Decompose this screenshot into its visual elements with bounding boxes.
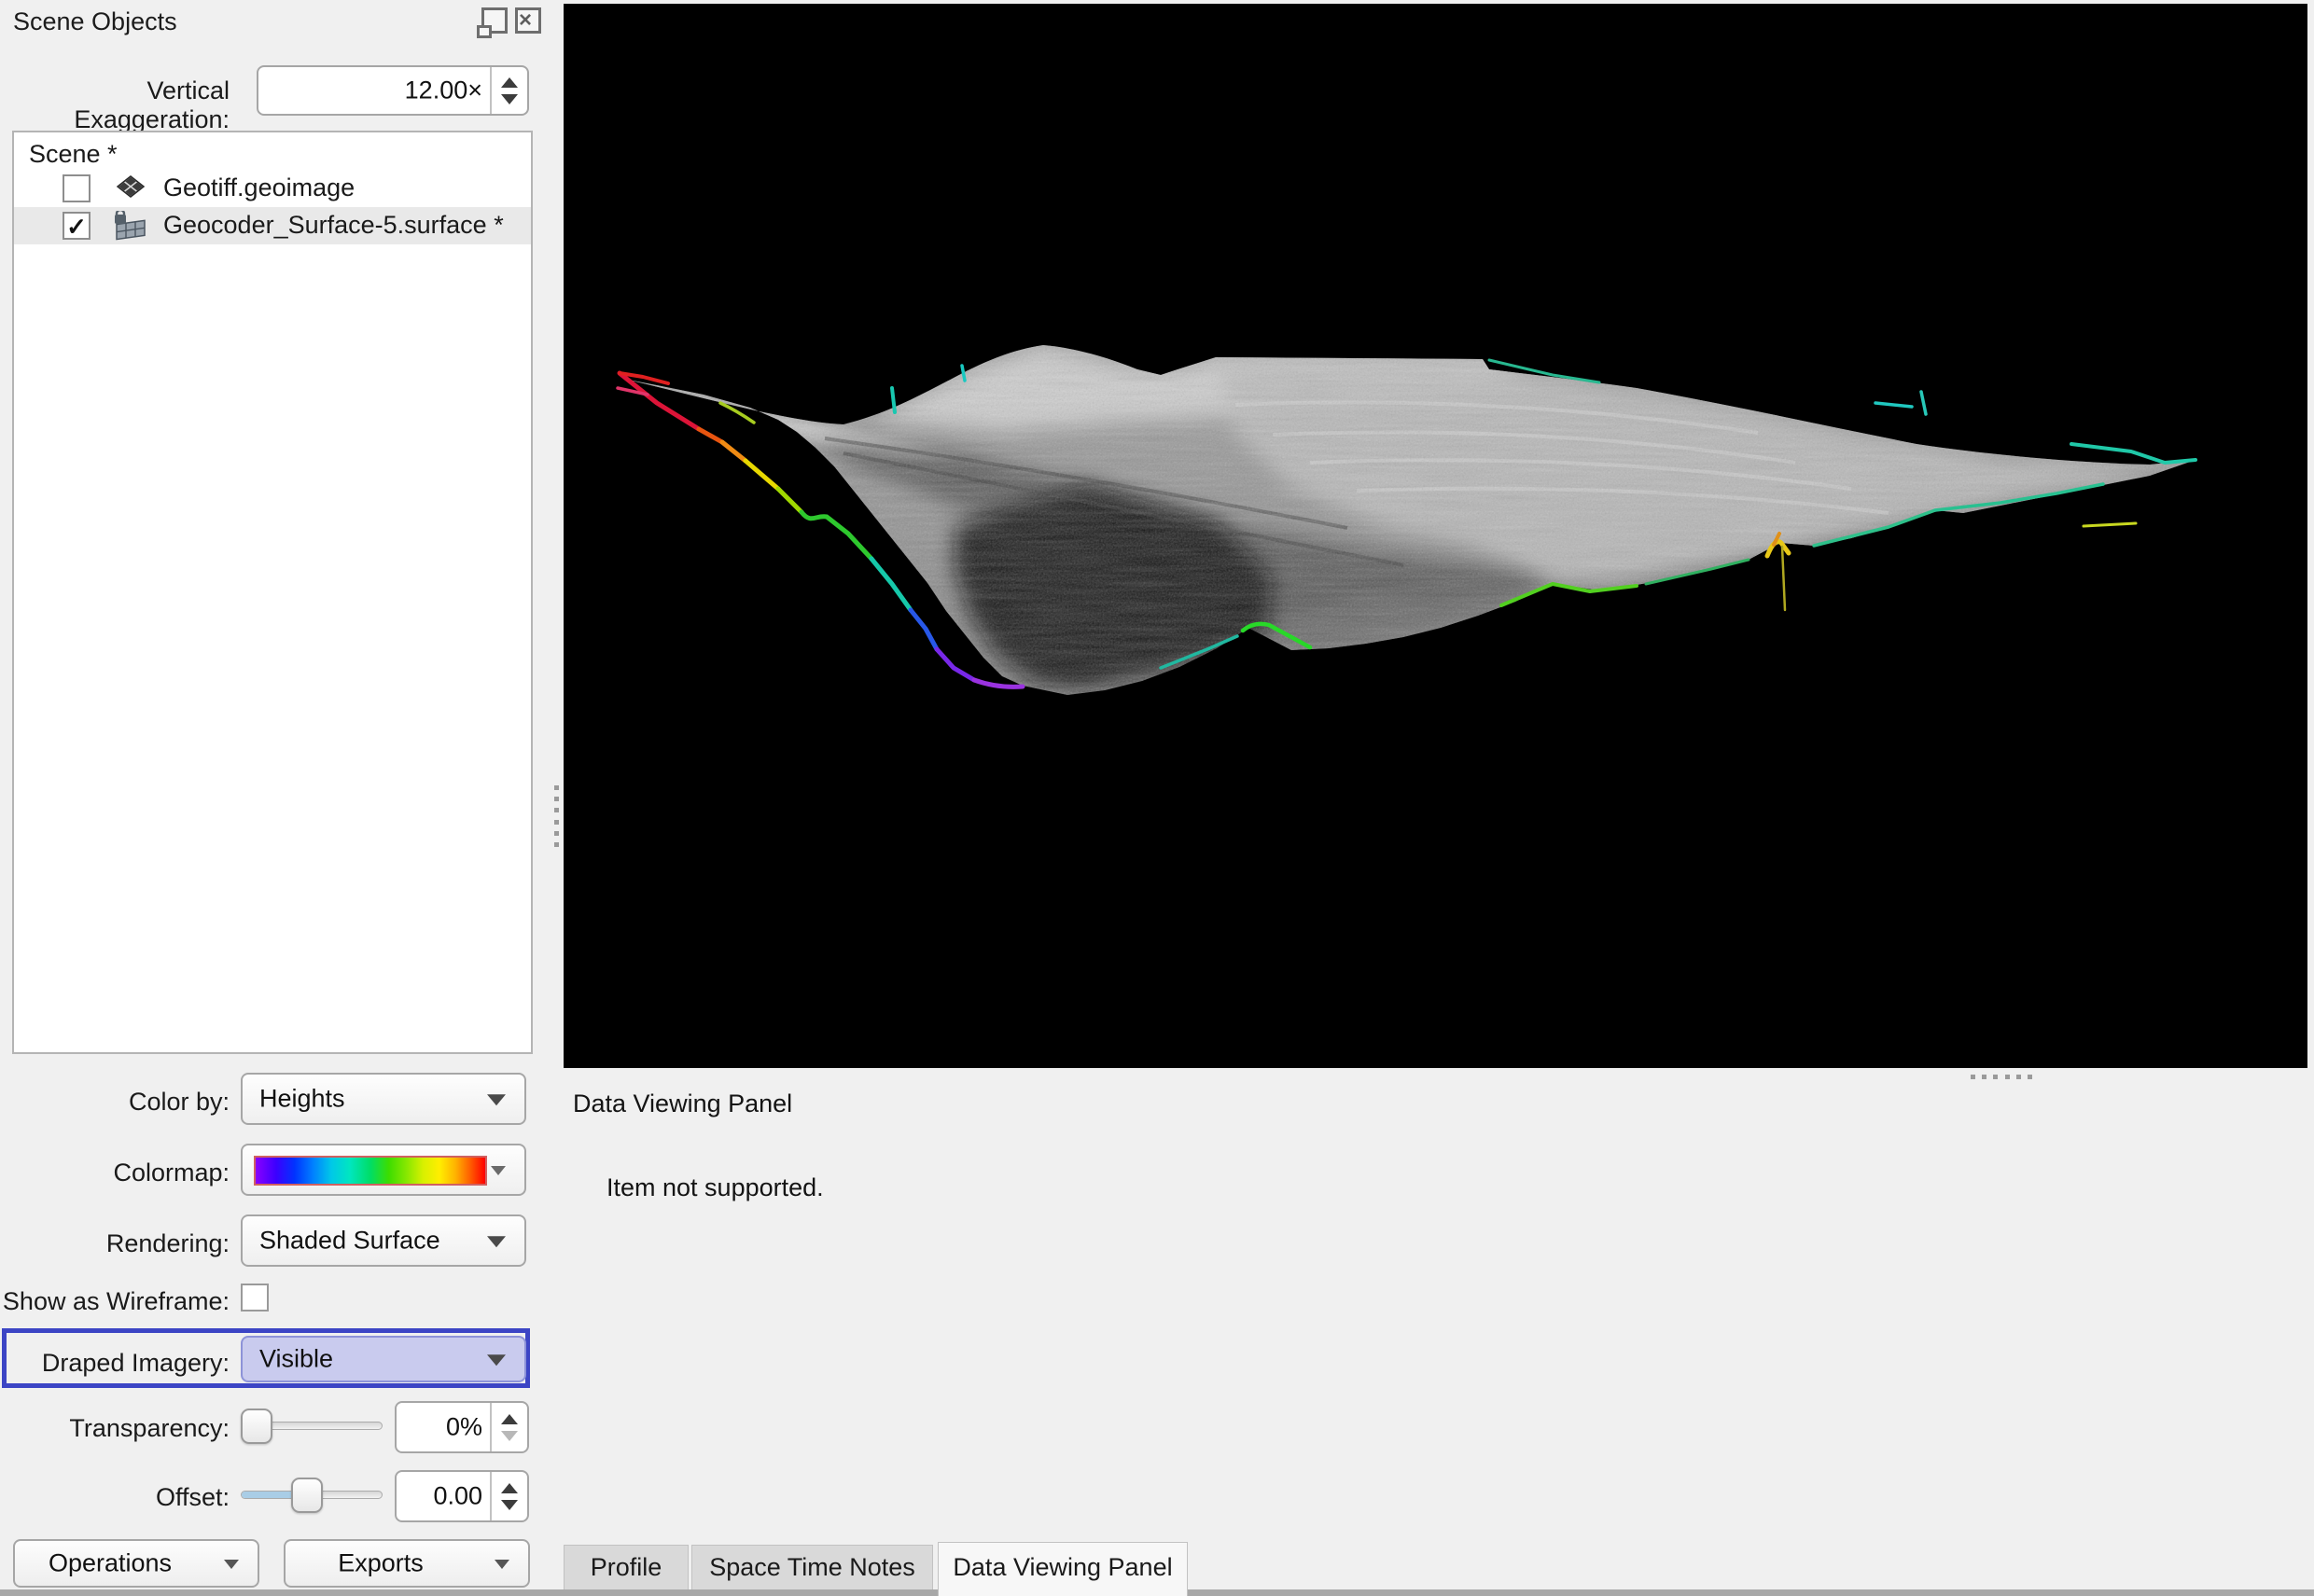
geoimage-label[interactable]: Geotiff.geoimage [163, 173, 355, 202]
float-panel-icon[interactable] [481, 7, 508, 34]
geoimage-layer-icon [111, 173, 150, 203]
item-not-supported-message: Item not supported. [606, 1173, 824, 1202]
chevron-down-icon [487, 1236, 506, 1247]
chevron-down-icon [491, 1166, 506, 1175]
rendering-value: Shaded Surface [259, 1227, 440, 1256]
color-by-value: Heights [259, 1085, 345, 1114]
wireframe-checkbox[interactable] [241, 1284, 269, 1311]
surface-lock-icon [111, 211, 150, 241]
application-window: Scene Objects × Vertical Exaggeration: 1… [0, 0, 2314, 1596]
tab-profile[interactable]: Profile [564, 1545, 689, 1589]
rendering-dropdown[interactable]: Shaded Surface [241, 1214, 526, 1267]
spin-down-icon[interactable] [501, 94, 518, 104]
offset-slider-handle[interactable] [291, 1478, 323, 1513]
tab-space-time-notes[interactable]: Space Time Notes [691, 1545, 933, 1589]
horizontal-splitter-handle[interactable] [1971, 1073, 2032, 1080]
transparency-label: Transparency: [0, 1414, 230, 1443]
tree-row-surface[interactable]: ✓ Geocoder_Surface-5.surface * [14, 207, 531, 244]
color-by-label: Color by: [0, 1088, 230, 1117]
chevron-down-icon [487, 1354, 506, 1366]
vertical-exaggeration-label: Vertical Exaggeration: [0, 76, 230, 134]
spin-down-icon[interactable] [501, 1500, 518, 1510]
surface-label[interactable]: Geocoder_Surface-5.surface * [163, 211, 504, 240]
scene-3d-viewport[interactable] [564, 4, 2307, 1068]
float-panel-icon-inner [477, 25, 492, 38]
tab-data-viewing-panel[interactable]: Data Viewing Panel [938, 1542, 1188, 1596]
draped-imagery-label: Draped Imagery: [0, 1349, 230, 1378]
exports-button[interactable]: Exports [284, 1539, 530, 1588]
chevron-down-icon [495, 1560, 509, 1569]
spin-down-icon[interactable] [501, 1431, 518, 1441]
colormap-gradient-swatch [254, 1156, 487, 1186]
panel-title: Scene Objects [13, 7, 177, 36]
chevron-down-icon [487, 1094, 506, 1105]
terrain-surface [564, 4, 2307, 1068]
rendering-label: Rendering: [0, 1229, 230, 1258]
spin-up-icon[interactable] [501, 77, 518, 88]
colormap-label: Colormap: [0, 1159, 230, 1187]
chevron-down-icon [224, 1560, 239, 1569]
vertical-exaggeration-value: 12.00× [405, 76, 482, 105]
vertical-splitter-handle[interactable] [552, 785, 560, 847]
scene-root-label[interactable]: Scene * [29, 140, 118, 169]
scene-tree: Scene * Geotiff.geoimage ✓ [12, 131, 533, 1054]
transparency-value: 0% [446, 1413, 482, 1442]
spin-up-icon[interactable] [501, 1483, 518, 1493]
transparency-spinner[interactable]: 0% [395, 1401, 529, 1453]
close-panel-icon[interactable]: × [515, 7, 541, 34]
colormap-dropdown[interactable] [241, 1144, 526, 1196]
offset-value: 0.00 [433, 1482, 482, 1511]
draped-imagery-dropdown[interactable]: Visible [241, 1336, 526, 1382]
wireframe-label: Show as Wireframe: [0, 1287, 230, 1316]
offset-spinner[interactable]: 0.00 [395, 1470, 529, 1522]
draped-imagery-value: Visible [259, 1345, 333, 1374]
color-by-dropdown[interactable]: Heights [241, 1073, 526, 1125]
offset-label: Offset: [0, 1483, 230, 1512]
vertical-exaggeration-spinner[interactable]: 12.00× [257, 65, 529, 116]
operations-button[interactable]: Operations [13, 1539, 259, 1588]
geoimage-checkbox[interactable] [63, 174, 91, 202]
spin-up-icon[interactable] [501, 1414, 518, 1424]
tree-row-geoimage[interactable]: Geotiff.geoimage [14, 170, 531, 207]
transparency-slider-handle[interactable] [241, 1409, 272, 1444]
surface-checkbox[interactable]: ✓ [63, 212, 91, 240]
data-viewing-panel-title: Data Viewing Panel [573, 1089, 792, 1118]
